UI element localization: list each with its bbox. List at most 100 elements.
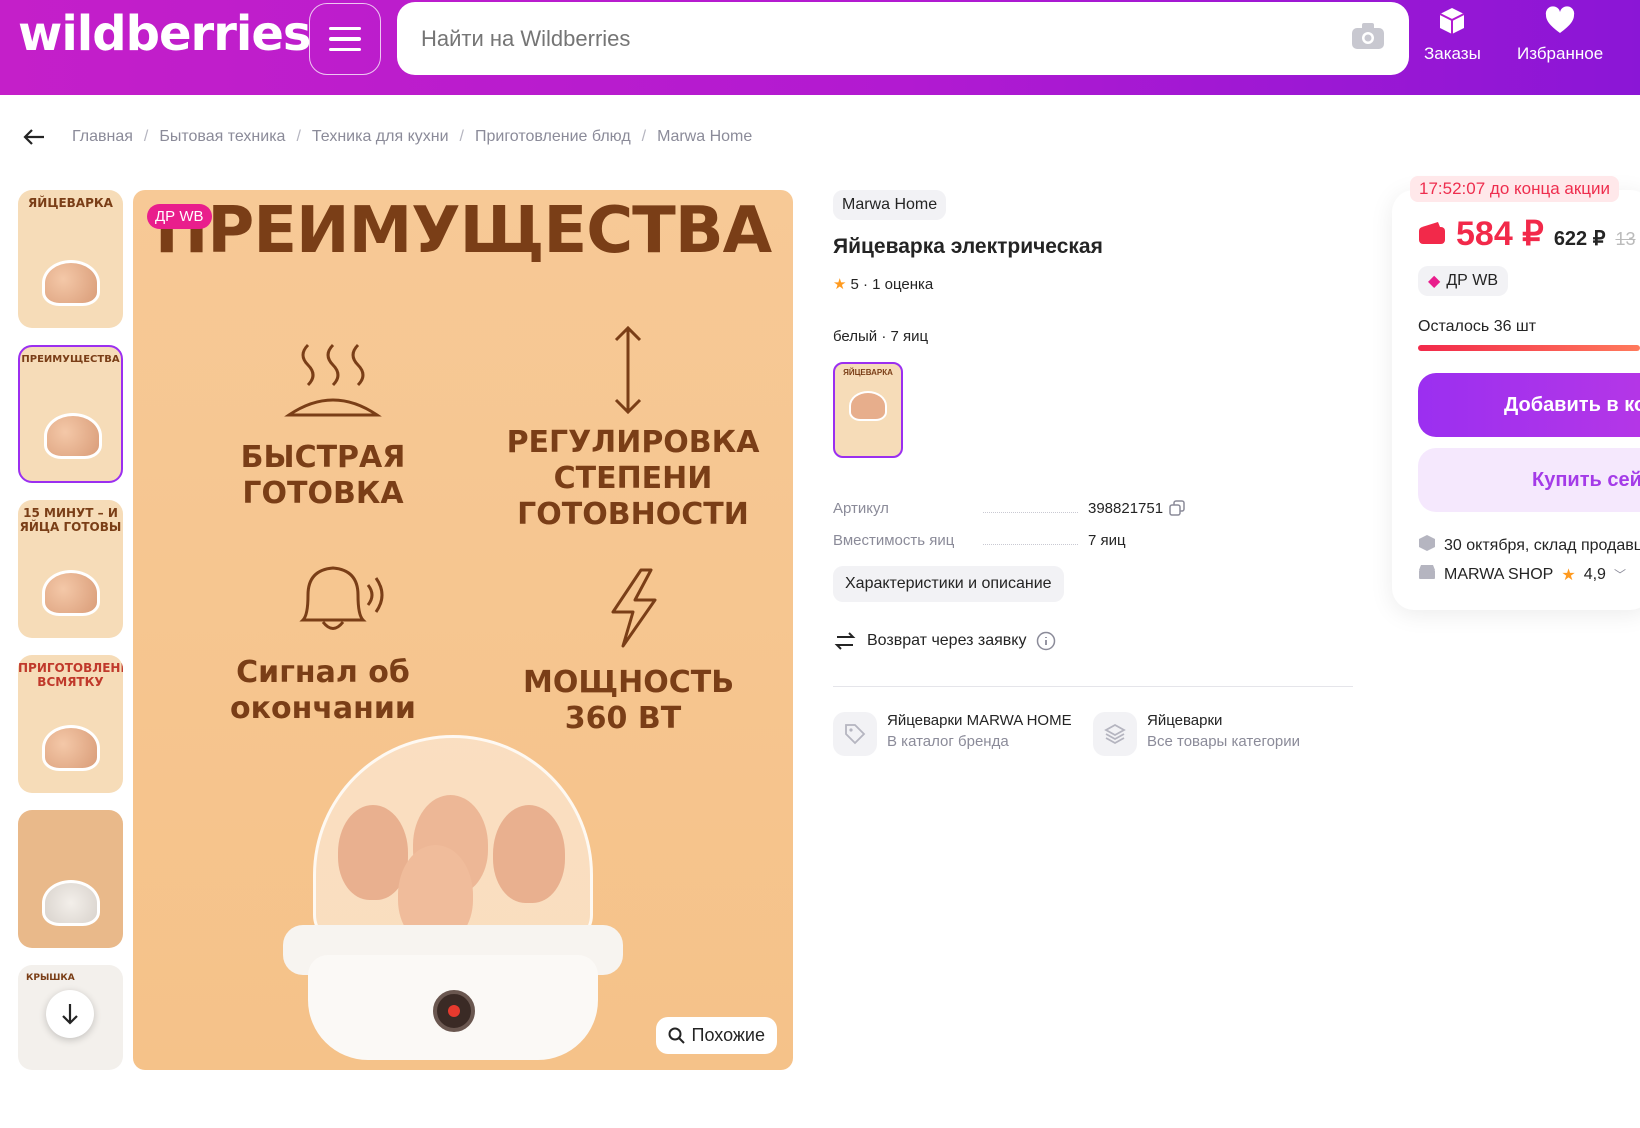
brand-catalog-sub: В каталог бренда <box>887 733 1009 750</box>
seller-star-icon: ★ <box>1561 566 1576 584</box>
stock-left: Осталось 36 шт <box>1418 318 1537 335</box>
egg-cooker-illustration <box>283 735 623 1065</box>
steam-icon <box>284 343 382 417</box>
thumbnail-title: КРЫШКА <box>26 973 75 983</box>
returns-label: Возврат через заявку <box>867 632 1027 649</box>
shop-icon <box>1418 564 1436 585</box>
thumbnail-selected[interactable]: ПРЕИМУЩЕСТВА <box>18 345 123 483</box>
seller-name: MARWA SHOP <box>1444 565 1554 583</box>
info-icon[interactable] <box>1036 631 1056 651</box>
stock-bar <box>1418 345 1640 351</box>
similar-button[interactable]: Похожие <box>655 1017 777 1054</box>
crossed-price: 13 <box>1615 229 1636 249</box>
dr-wb-badge: ◆ ДР WB <box>1418 266 1509 296</box>
thumbnail-title: ПРИГОТОВЛЕНИЕ ВСМЯТКУ <box>18 661 123 689</box>
scroll-down-button[interactable] <box>46 990 94 1038</box>
spec-row: Артикул 398821751 <box>833 492 1233 524</box>
spec-row: Вместимость яиц 7 яиц <box>833 524 1233 556</box>
rating-text: 5 · 1 оценка <box>850 275 934 293</box>
orders-label: Заказы <box>1424 44 1481 63</box>
article-number: 398821751 <box>1088 499 1164 517</box>
wildberries-logo[interactable]: wildberries <box>18 6 311 62</box>
copy-icon[interactable] <box>1169 500 1185 516</box>
favorites-label: Избранное <box>1517 44 1604 63</box>
top-header: wildberries Заказы Избранное <box>0 0 1640 95</box>
category-sub: Все товары категории <box>1147 733 1301 750</box>
thumbnail[interactable]: ПРИГОТОВЛЕНИЕ ВСМЯТКУ <box>18 655 123 793</box>
thumbnail-title: 15 МИНУТ – И ЯЙЦА ГОТОВЫ <box>19 506 122 534</box>
breadcrumb-item[interactable]: Приготовление блюд <box>475 128 631 146</box>
add-to-cart-button[interactable]: Добавить в корзину <box>1418 373 1640 437</box>
delivery-tail: , склад продавца <box>1524 536 1640 554</box>
breadcrumb-item[interactable]: Marwa Home <box>657 128 752 146</box>
dr-wb-label: ДР WB <box>1446 272 1499 289</box>
spec-key: Вместимость яиц <box>833 532 1088 549</box>
brand-link[interactable]: Marwa Home <box>833 190 947 220</box>
thumbnail[interactable] <box>18 810 123 948</box>
delivery-date: 30 октября <box>1444 536 1525 554</box>
menu-button[interactable] <box>309 3 381 75</box>
characteristics-button[interactable]: Характеристики и описание <box>833 566 1064 602</box>
image-headline: ПРЕИМУЩЕСТВА <box>154 194 772 268</box>
feature-end-signal: Сигнал об окончании <box>230 655 416 726</box>
feature-power: МОЩНОСТЬ 360 ВТ <box>523 665 735 736</box>
specs-table: Артикул 398821751 Вместимость яиц 7 яиц <box>833 492 1233 556</box>
camera-icon[interactable] <box>1351 22 1385 55</box>
power-switch <box>433 990 475 1032</box>
price-row: 584 ₽ 622 ₽ 13 <box>1418 214 1636 254</box>
brand-catalog-link[interactable]: Яйцеварки MARWA HOME В каталог бренда <box>833 712 1072 756</box>
layers-icon <box>1093 712 1137 756</box>
seller-info[interactable]: MARWA SHOP ★ 4,9 ﹀ <box>1418 564 1626 585</box>
orders-button[interactable]: Заказы <box>1424 6 1481 64</box>
current-price: 584 ₽ <box>1456 215 1544 253</box>
heart-icon <box>1545 6 1575 34</box>
bell-icon <box>299 566 384 630</box>
diamond-icon: ◆ <box>1428 273 1441 290</box>
returns-info: Возврат через заявку <box>833 630 1056 652</box>
divider <box>833 686 1353 687</box>
wallet-price: 622 ₽ <box>1553 228 1606 250</box>
category-link[interactable]: Яйцеварки Все товары категории <box>1093 712 1300 756</box>
feature-doneness-control: РЕГУЛИРОВКА СТЕПЕНИ ГОТОВНОСТИ <box>506 425 760 532</box>
thumbnail[interactable]: ЯЙЦЕВАРКА <box>18 190 123 328</box>
variant-thumbnail-title: ЯЙЦЕВАРКА <box>843 368 893 377</box>
vertical-arrows-icon <box>614 325 642 415</box>
seller-rating: 4,9 <box>1583 565 1606 583</box>
thumbnail-title: ЯЙЦЕВАРКА <box>28 196 113 210</box>
similar-search-icon <box>668 1027 685 1044</box>
main-product-image[interactable]: ПРЕИМУЩЕСТВА ДР WB БЫСТРАЯ ГОТОВКА РЕГУЛ… <box>133 190 793 1070</box>
breadcrumb-item[interactable]: Главная <box>72 128 133 146</box>
star-icon: ★ <box>833 276 847 293</box>
brand-catalog-title: Яйцеварки MARWA HOME <box>887 712 1072 729</box>
promo-badge: ДР WB <box>147 204 212 229</box>
feature-fast-cooking: БЫСТРАЯ ГОТОВКА <box>240 440 406 511</box>
search-bar[interactable] <box>397 2 1409 75</box>
tag-icon <box>833 712 877 756</box>
buy-now-button[interactable]: Купить сейчас <box>1418 448 1640 512</box>
product-title: Яйцеварка электрическая <box>833 235 1103 258</box>
back-arrow-icon[interactable] <box>22 128 46 146</box>
wallet-icon <box>1418 221 1446 250</box>
search-input[interactable] <box>421 25 1351 52</box>
thumbnail-title: ПРЕИМУЩЕСТВА <box>21 354 120 365</box>
thumbnail[interactable]: 15 МИНУТ – И ЯЙЦА ГОТОВЫ <box>18 500 123 638</box>
variant-label: белый · 7 яиц <box>833 328 929 345</box>
package-icon <box>1418 534 1436 557</box>
box-icon <box>1439 8 1465 34</box>
product-rating[interactable]: ★ 5 · 1 оценка <box>833 275 934 294</box>
spec-value: 7 яиц <box>1088 531 1126 549</box>
promo-timer: 17:52:07 до конца акции <box>1410 176 1620 202</box>
favorites-button[interactable]: Избранное <box>1517 6 1603 64</box>
lightning-icon <box>611 568 657 648</box>
category-title: Яйцеварки <box>1147 712 1223 729</box>
spec-key: Артикул <box>833 500 1088 517</box>
variant-thumbnail[interactable]: ЯЙЦЕВАРКА <box>833 362 903 458</box>
breadcrumb-item[interactable]: Техника для кухни <box>312 128 449 146</box>
similar-label: Похожие <box>691 1025 765 1045</box>
breadcrumb: Главная / Бытовая техника / Техника для ку… <box>22 128 752 146</box>
delivery-info: 30 октября, склад продавца <box>1418 534 1640 557</box>
breadcrumb-item[interactable]: Бытовая техника <box>159 128 285 146</box>
arrow-down-icon <box>62 1004 78 1025</box>
return-arrows-icon <box>834 632 856 650</box>
chevron-down-icon[interactable]: ﹀ <box>1614 566 1626 583</box>
